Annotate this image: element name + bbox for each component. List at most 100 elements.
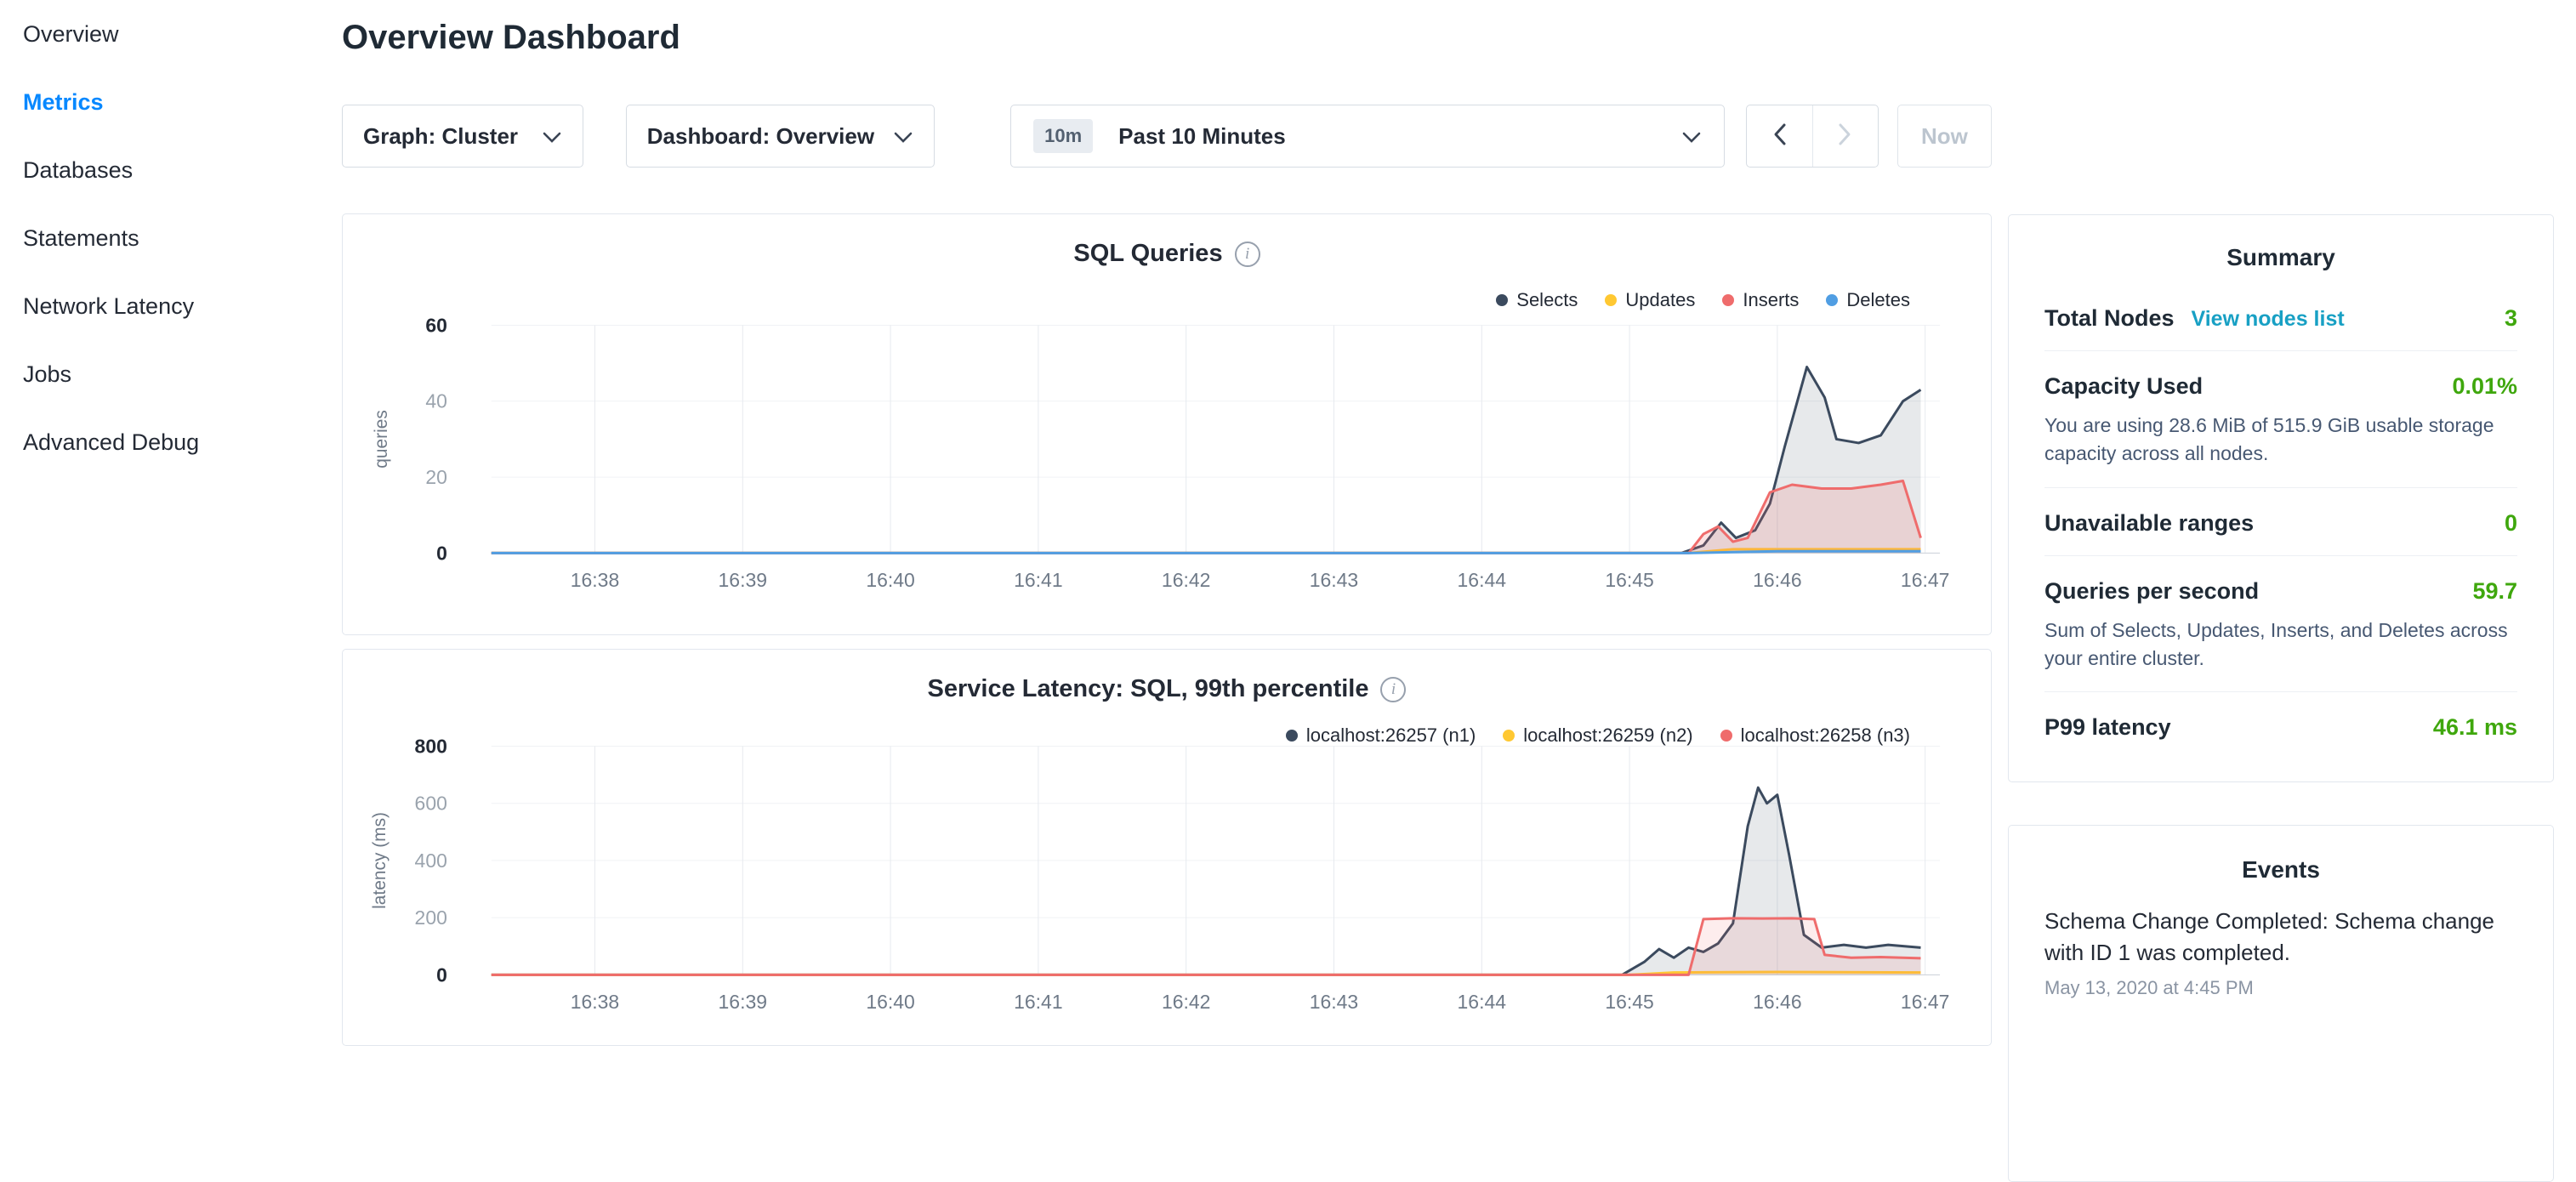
- svg-text:20: 20: [425, 466, 447, 488]
- svg-text:latency (ms): latency (ms): [370, 812, 390, 909]
- events-panel: Events Schema Change Completed: Schema c…: [2008, 825, 2554, 1182]
- chevron-left-icon: [1772, 122, 1787, 151]
- legend-label: localhost:26259 (n2): [1523, 725, 1692, 747]
- sidebar-item-label: Metrics: [23, 89, 104, 116]
- svg-text:queries: queries: [372, 410, 391, 469]
- sidebar-item-advanced-debug[interactable]: Advanced Debug: [0, 408, 342, 476]
- time-range-badge: 10m: [1033, 119, 1093, 153]
- service-latency-panel: Service Latency: SQL, 99th percentile i …: [342, 649, 1992, 1046]
- info-icon[interactable]: i: [1235, 242, 1260, 267]
- summary-description: Sum of Selects, Updates, Inserts, and De…: [2044, 617, 2517, 673]
- summary-label: Capacity Used: [2044, 373, 2203, 400]
- summary-value: 0.01%: [2452, 373, 2517, 400]
- sidebar-item-overview[interactable]: Overview: [0, 0, 342, 68]
- time-step-back-button[interactable]: [1747, 105, 1812, 167]
- svg-text:800: 800: [415, 736, 447, 758]
- view-nodes-list-link[interactable]: View nodes list: [2192, 307, 2345, 332]
- legend-dot-icon: [1503, 730, 1515, 742]
- now-button[interactable]: Now: [1897, 105, 1992, 168]
- summary-row-unavailable-ranges: Unavailable ranges 0: [2044, 487, 2517, 555]
- sidebar-item-network-latency[interactable]: Network Latency: [0, 272, 342, 340]
- dashboard-label: Dashboard: Overview: [647, 123, 874, 150]
- svg-text:16:45: 16:45: [1605, 991, 1653, 1013]
- sidebar-item-label: Jobs: [23, 361, 71, 388]
- sidebar-item-label: Databases: [23, 157, 133, 184]
- sidebar-item-statements[interactable]: Statements: [0, 204, 342, 272]
- svg-text:16:43: 16:43: [1310, 569, 1358, 591]
- sidebar-item-metrics[interactable]: Metrics: [0, 68, 342, 136]
- summary-description: You are using 28.6 MiB of 515.9 GiB usab…: [2044, 412, 2517, 469]
- dashboard-dropdown[interactable]: Dashboard: Overview: [626, 105, 935, 168]
- legend-dot-icon: [1720, 730, 1732, 742]
- legend-dot-icon: [1496, 294, 1508, 306]
- legend-item[interactable]: localhost:26257 (n1): [1286, 725, 1476, 747]
- svg-text:60: 60: [425, 314, 447, 336]
- legend-item[interactable]: Updates: [1605, 289, 1695, 311]
- summary-value: 59.7: [2472, 578, 2517, 605]
- chart-legend: localhost:26257 (n1) localhost:26259 (n2)…: [1286, 725, 1910, 747]
- svg-text:16:41: 16:41: [1014, 569, 1062, 591]
- legend-dot-icon: [1826, 294, 1838, 306]
- legend-item[interactable]: localhost:26258 (n3): [1720, 725, 1910, 747]
- chart-header: Service Latency: SQL, 99th percentile i: [343, 675, 1991, 703]
- event-item-text[interactable]: Schema Change Completed: Schema change w…: [2044, 906, 2517, 969]
- svg-text:16:42: 16:42: [1162, 991, 1210, 1013]
- sidebar-item-databases[interactable]: Databases: [0, 136, 342, 204]
- sql-queries-panel: SQL Queries i Selects Updates Inserts Delet…: [342, 213, 1992, 635]
- summary-value: 0: [2505, 510, 2517, 537]
- summary-panel: Summary Total Nodes View nodes list 3 Ca…: [2008, 214, 2554, 782]
- chevron-down-icon: [542, 123, 562, 150]
- legend-item[interactable]: Selects: [1496, 289, 1578, 311]
- summary-value: 3: [2505, 305, 2517, 332]
- toolbar: Graph: Cluster Dashboard: Overview 10m P…: [342, 105, 1992, 168]
- sql-queries-chart: 020406016:3816:3916:4016:4116:4216:4316:…: [343, 214, 1991, 634]
- legend-label: localhost:26257 (n1): [1306, 725, 1476, 747]
- summary-label: Queries per second: [2044, 578, 2259, 605]
- legend-label: localhost:26258 (n3): [1741, 725, 1910, 747]
- chart-legend: Selects Updates Inserts Deletes: [1496, 289, 1910, 311]
- svg-text:16:38: 16:38: [571, 569, 619, 591]
- time-range-picker[interactable]: 10m Past 10 Minutes: [1010, 105, 1725, 168]
- sidebar-item-label: Network Latency: [23, 293, 194, 320]
- legend-label: Updates: [1625, 289, 1695, 311]
- legend-item[interactable]: localhost:26259 (n2): [1503, 725, 1692, 747]
- sidebar-item-label: Statements: [23, 225, 139, 252]
- svg-text:16:46: 16:46: [1753, 569, 1801, 591]
- svg-text:16:44: 16:44: [1458, 991, 1507, 1013]
- svg-text:16:38: 16:38: [571, 991, 619, 1013]
- legend-item[interactable]: Deletes: [1826, 289, 1910, 311]
- sidebar: Overview Metrics Databases Statements Ne…: [0, 0, 342, 1051]
- sidebar-item-label: Overview: [23, 21, 119, 48]
- svg-text:0: 0: [436, 542, 447, 564]
- legend-dot-icon: [1722, 294, 1734, 306]
- now-button-label: Now: [1921, 123, 1968, 150]
- svg-text:600: 600: [415, 793, 447, 815]
- svg-text:0: 0: [436, 963, 447, 986]
- legend-label: Deletes: [1846, 289, 1910, 311]
- time-step-buttons: [1746, 105, 1879, 168]
- svg-text:16:40: 16:40: [866, 991, 914, 1013]
- event-item-timestamp: May 13, 2020 at 4:45 PM: [2044, 977, 2517, 999]
- svg-text:16:44: 16:44: [1458, 569, 1507, 591]
- legend-label: Inserts: [1743, 289, 1799, 311]
- summary-title: Summary: [2044, 244, 2517, 271]
- chart-title: Service Latency: SQL, 99th percentile: [928, 675, 1369, 703]
- time-step-forward-button[interactable]: [1812, 105, 1878, 167]
- legend-dot-icon: [1286, 730, 1298, 742]
- chart-header: SQL Queries i: [343, 240, 1991, 268]
- main-content: Overview Dashboard Graph: Cluster Dashbo…: [342, 0, 1992, 1051]
- svg-text:16:40: 16:40: [866, 569, 914, 591]
- summary-row-p99-latency: P99 latency 46.1 ms: [2044, 691, 2517, 759]
- legend-dot-icon: [1605, 294, 1617, 306]
- chevron-down-icon: [1681, 123, 1702, 150]
- legend-label: Selects: [1516, 289, 1578, 311]
- sidebar-item-jobs[interactable]: Jobs: [0, 340, 342, 408]
- svg-text:16:42: 16:42: [1162, 569, 1210, 591]
- svg-text:16:45: 16:45: [1605, 569, 1653, 591]
- info-icon[interactable]: i: [1380, 677, 1406, 702]
- graph-scope-dropdown[interactable]: Graph: Cluster: [342, 105, 583, 168]
- legend-item[interactable]: Inserts: [1722, 289, 1799, 311]
- summary-label: P99 latency: [2044, 714, 2171, 741]
- summary-label: Unavailable ranges: [2044, 510, 2254, 537]
- summary-label: Total Nodes: [2044, 305, 2175, 332]
